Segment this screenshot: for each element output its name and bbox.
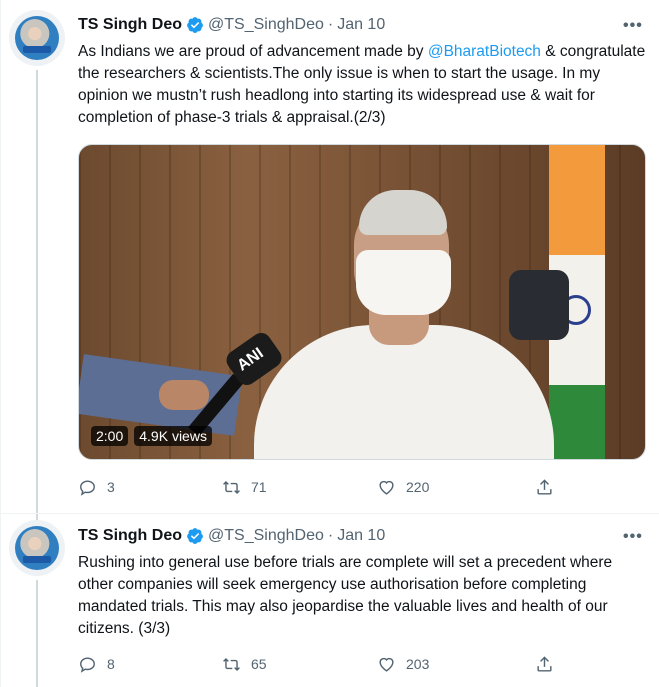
avatar-tag: [23, 46, 51, 53]
tweet-date[interactable]: Jan 10: [337, 16, 385, 34]
like-count: 203: [406, 656, 430, 672]
video-person: [254, 175, 569, 459]
avatar-tag: [23, 556, 51, 563]
share-icon: [537, 478, 552, 495]
separator: ·: [327, 16, 334, 33]
tweet-date[interactable]: Jan 10: [337, 527, 385, 545]
tweet-divider: [0, 513, 659, 514]
tweet-text: Rushing into general use before trials a…: [78, 554, 613, 637]
separator: ·: [327, 527, 334, 544]
avatar-image: [15, 16, 59, 60]
reporter-hand: [159, 380, 209, 410]
reply-button[interactable]: 3: [78, 478, 115, 497]
retweet-icon: [223, 480, 240, 494]
tweet-header: TS Singh Deo @TS_SinghDeo · Jan 10: [78, 14, 385, 36]
tweet-header: TS Singh Deo @TS_SinghDeo · Jan 10: [78, 525, 385, 547]
mic-label: ANI: [234, 344, 267, 375]
tweet-actions: 3 71 220: [78, 476, 558, 498]
mention-link[interactable]: @BharatBiotech: [428, 43, 541, 60]
video-badges: 2:00 4.9K views: [91, 426, 212, 446]
share-button[interactable]: [535, 655, 554, 674]
reply-button[interactable]: 8: [78, 655, 115, 674]
reply-count: 3: [107, 479, 115, 495]
handle[interactable]: @TS_SinghDeo: [208, 527, 324, 545]
avatar[interactable]: [9, 520, 65, 576]
retweet-icon: [223, 657, 240, 671]
verified-badge-icon: [187, 17, 203, 33]
tweet-text-part: As Indians we are proud of advancement m…: [78, 43, 428, 60]
like-icon: [379, 657, 394, 672]
more-icon[interactable]: •••: [623, 528, 643, 546]
tweet-text: As Indians we are proud of advancement m…: [78, 41, 648, 129]
share-button[interactable]: [535, 478, 554, 497]
like-count: 220: [406, 479, 430, 495]
verified-badge-icon: [187, 528, 203, 544]
like-icon: [379, 480, 394, 495]
retweet-button[interactable]: 71: [222, 478, 267, 497]
share-icon: [537, 655, 552, 672]
tweet-actions: 8 65 203: [78, 653, 558, 675]
retweet-button[interactable]: 65: [222, 655, 267, 674]
timeline-border: [0, 0, 1, 687]
thread-line: [36, 70, 38, 520]
handle[interactable]: @TS_SinghDeo: [208, 16, 324, 34]
like-button[interactable]: 203: [377, 655, 429, 674]
display-name[interactable]: TS Singh Deo: [78, 527, 182, 545]
avatar-image: [15, 526, 59, 570]
retweet-count: 71: [251, 479, 267, 495]
reply-icon: [80, 656, 95, 673]
display-name[interactable]: TS Singh Deo: [78, 16, 182, 34]
video-views: 4.9K views: [134, 426, 212, 446]
more-icon[interactable]: •••: [623, 17, 643, 35]
avatar[interactable]: [9, 10, 65, 66]
video-duration: 2:00: [91, 426, 129, 446]
thread-line: [36, 580, 38, 687]
video-player[interactable]: ANI 2:00 4.9K views: [78, 144, 646, 460]
reply-icon: [80, 479, 95, 496]
like-button[interactable]: 220: [377, 478, 429, 497]
retweet-count: 65: [251, 656, 267, 672]
reply-count: 8: [107, 656, 115, 672]
